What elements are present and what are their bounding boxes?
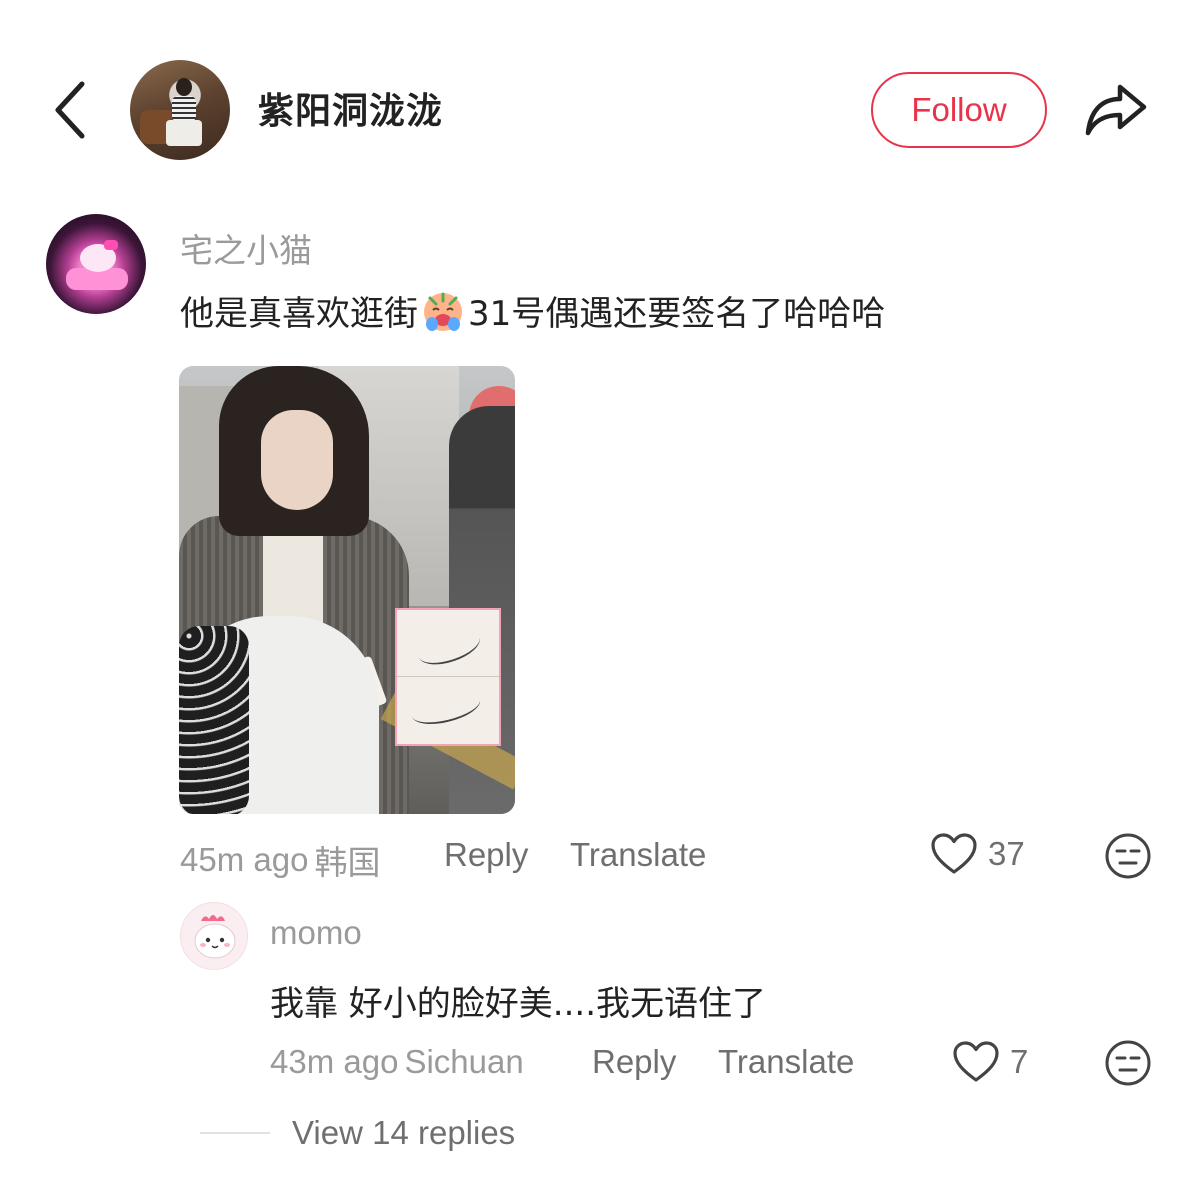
comment-text-part2: 31号偶遇还要签名了哈哈哈: [468, 294, 886, 334]
share-arrow-icon: [1085, 84, 1147, 136]
comment-photo[interactable]: [179, 366, 515, 814]
replies-divider: [200, 1132, 270, 1134]
reply-text: 我靠 好小的脸好美....我无语住了: [270, 984, 767, 1024]
reply-translate-button[interactable]: Translate: [718, 1043, 854, 1081]
neutral-face-icon: [1105, 1040, 1151, 1086]
comment-reply-button[interactable]: Reply: [444, 836, 528, 874]
reply-like-button[interactable]: 7: [952, 1040, 1028, 1084]
comment-reaction-button[interactable]: [1104, 832, 1152, 880]
comment-meta: 45m ago 韩国: [180, 836, 380, 884]
view-replies-label: View 14 replies: [292, 1114, 516, 1151]
comment-like-button[interactable]: 37: [930, 832, 1025, 876]
author-avatar[interactable]: [130, 60, 230, 160]
post-header: 紫阳洞泷泷 Follow: [0, 0, 1198, 200]
crying-face-emoji-icon: [420, 288, 466, 334]
reply-avatar[interactable]: [180, 902, 248, 970]
author-name[interactable]: 紫阳洞泷泷: [258, 82, 443, 134]
comment-text-part1: 他是真喜欢逛街: [180, 294, 418, 334]
back-button[interactable]: [40, 72, 100, 148]
share-button[interactable]: [1080, 76, 1152, 142]
heart-outline-icon: [931, 833, 977, 874]
heart-outline-icon: [953, 1041, 999, 1082]
comment-like-count: 37: [988, 835, 1025, 872]
comment-location: 韩国: [314, 843, 381, 882]
view-replies-button[interactable]: View 14 replies: [200, 1114, 515, 1152]
commenter-avatar[interactable]: [46, 214, 146, 314]
neutral-face-icon: [1105, 833, 1151, 879]
comment-time: 45m ago: [180, 841, 309, 878]
reply-like-count: 7: [1010, 1043, 1029, 1080]
reply-time: 43m ago: [270, 1043, 399, 1080]
reply-reaction-button[interactable]: [1104, 1039, 1152, 1087]
comment-translate-button[interactable]: Translate: [570, 836, 706, 874]
follow-button[interactable]: Follow: [871, 72, 1047, 148]
reply-username[interactable]: momo: [270, 914, 362, 952]
autograph-inset: [395, 608, 501, 746]
reply-location: Sichuan: [404, 1043, 524, 1080]
chevron-left-icon: [55, 81, 85, 139]
comment-text: 他是真喜欢逛街 31号偶遇还要签名了哈哈哈: [180, 286, 885, 335]
reply-meta: 43m ago Sichuan: [270, 1043, 524, 1081]
reply-reply-button[interactable]: Reply: [592, 1043, 676, 1081]
commenter-username[interactable]: 宅之小猫: [180, 224, 312, 272]
